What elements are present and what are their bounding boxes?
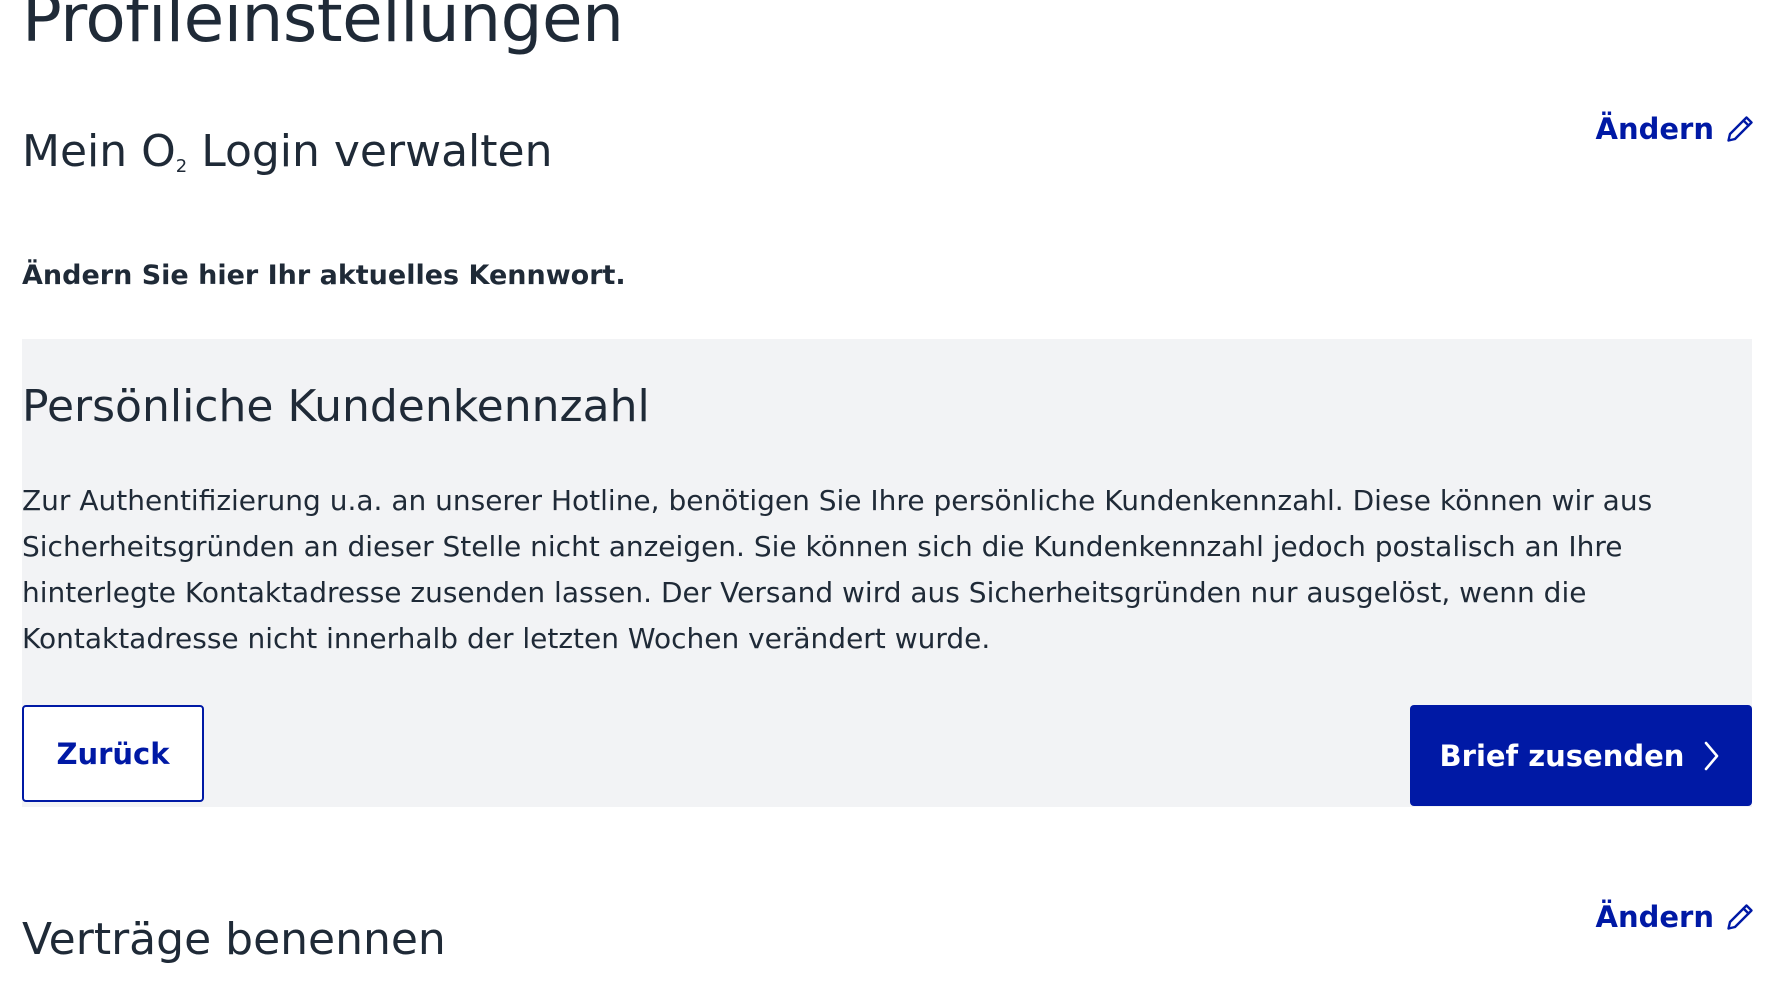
- send-letter-label: Brief zusenden: [1439, 738, 1685, 773]
- back-button-label: Zurück: [56, 736, 170, 771]
- customer-pin-panel: Persönliche Kundenkennzahl Zur Authentif…: [22, 339, 1752, 807]
- customer-pin-description: Zur Authentifizierung u.a. an unserer Ho…: [22, 484, 1653, 655]
- edit-login-label: Ändern: [1595, 112, 1714, 146]
- send-letter-button[interactable]: Brief zusenden: [1410, 705, 1752, 806]
- edit-login-link[interactable]: Ändern: [1596, 112, 1756, 146]
- customer-pin-title: Persönliche Kundenkennzahl: [22, 381, 650, 432]
- login-title-suffix: Login verwalten: [187, 126, 553, 177]
- login-title-subscript: 2: [175, 156, 188, 177]
- chevron-right-icon: [1700, 739, 1722, 773]
- back-button[interactable]: Zurück: [22, 705, 204, 802]
- page-title: Profileinstellungen: [22, 0, 624, 57]
- profile-settings-page: Profileinstellungen Mein O2 Login verwal…: [0, 0, 1780, 998]
- login-section-title: Mein O2 Login verwalten: [22, 130, 552, 177]
- contracts-section-title: Verträge benennen: [22, 914, 446, 965]
- login-title-prefix: Mein O: [22, 126, 176, 177]
- pencil-icon: [1724, 901, 1756, 933]
- pencil-icon: [1724, 113, 1756, 145]
- edit-contracts-link[interactable]: Ändern: [1596, 900, 1756, 934]
- edit-contracts-label: Ändern: [1595, 900, 1714, 934]
- password-change-notice: Ändern Sie hier Ihr aktuelles Kennwort.: [22, 260, 626, 291]
